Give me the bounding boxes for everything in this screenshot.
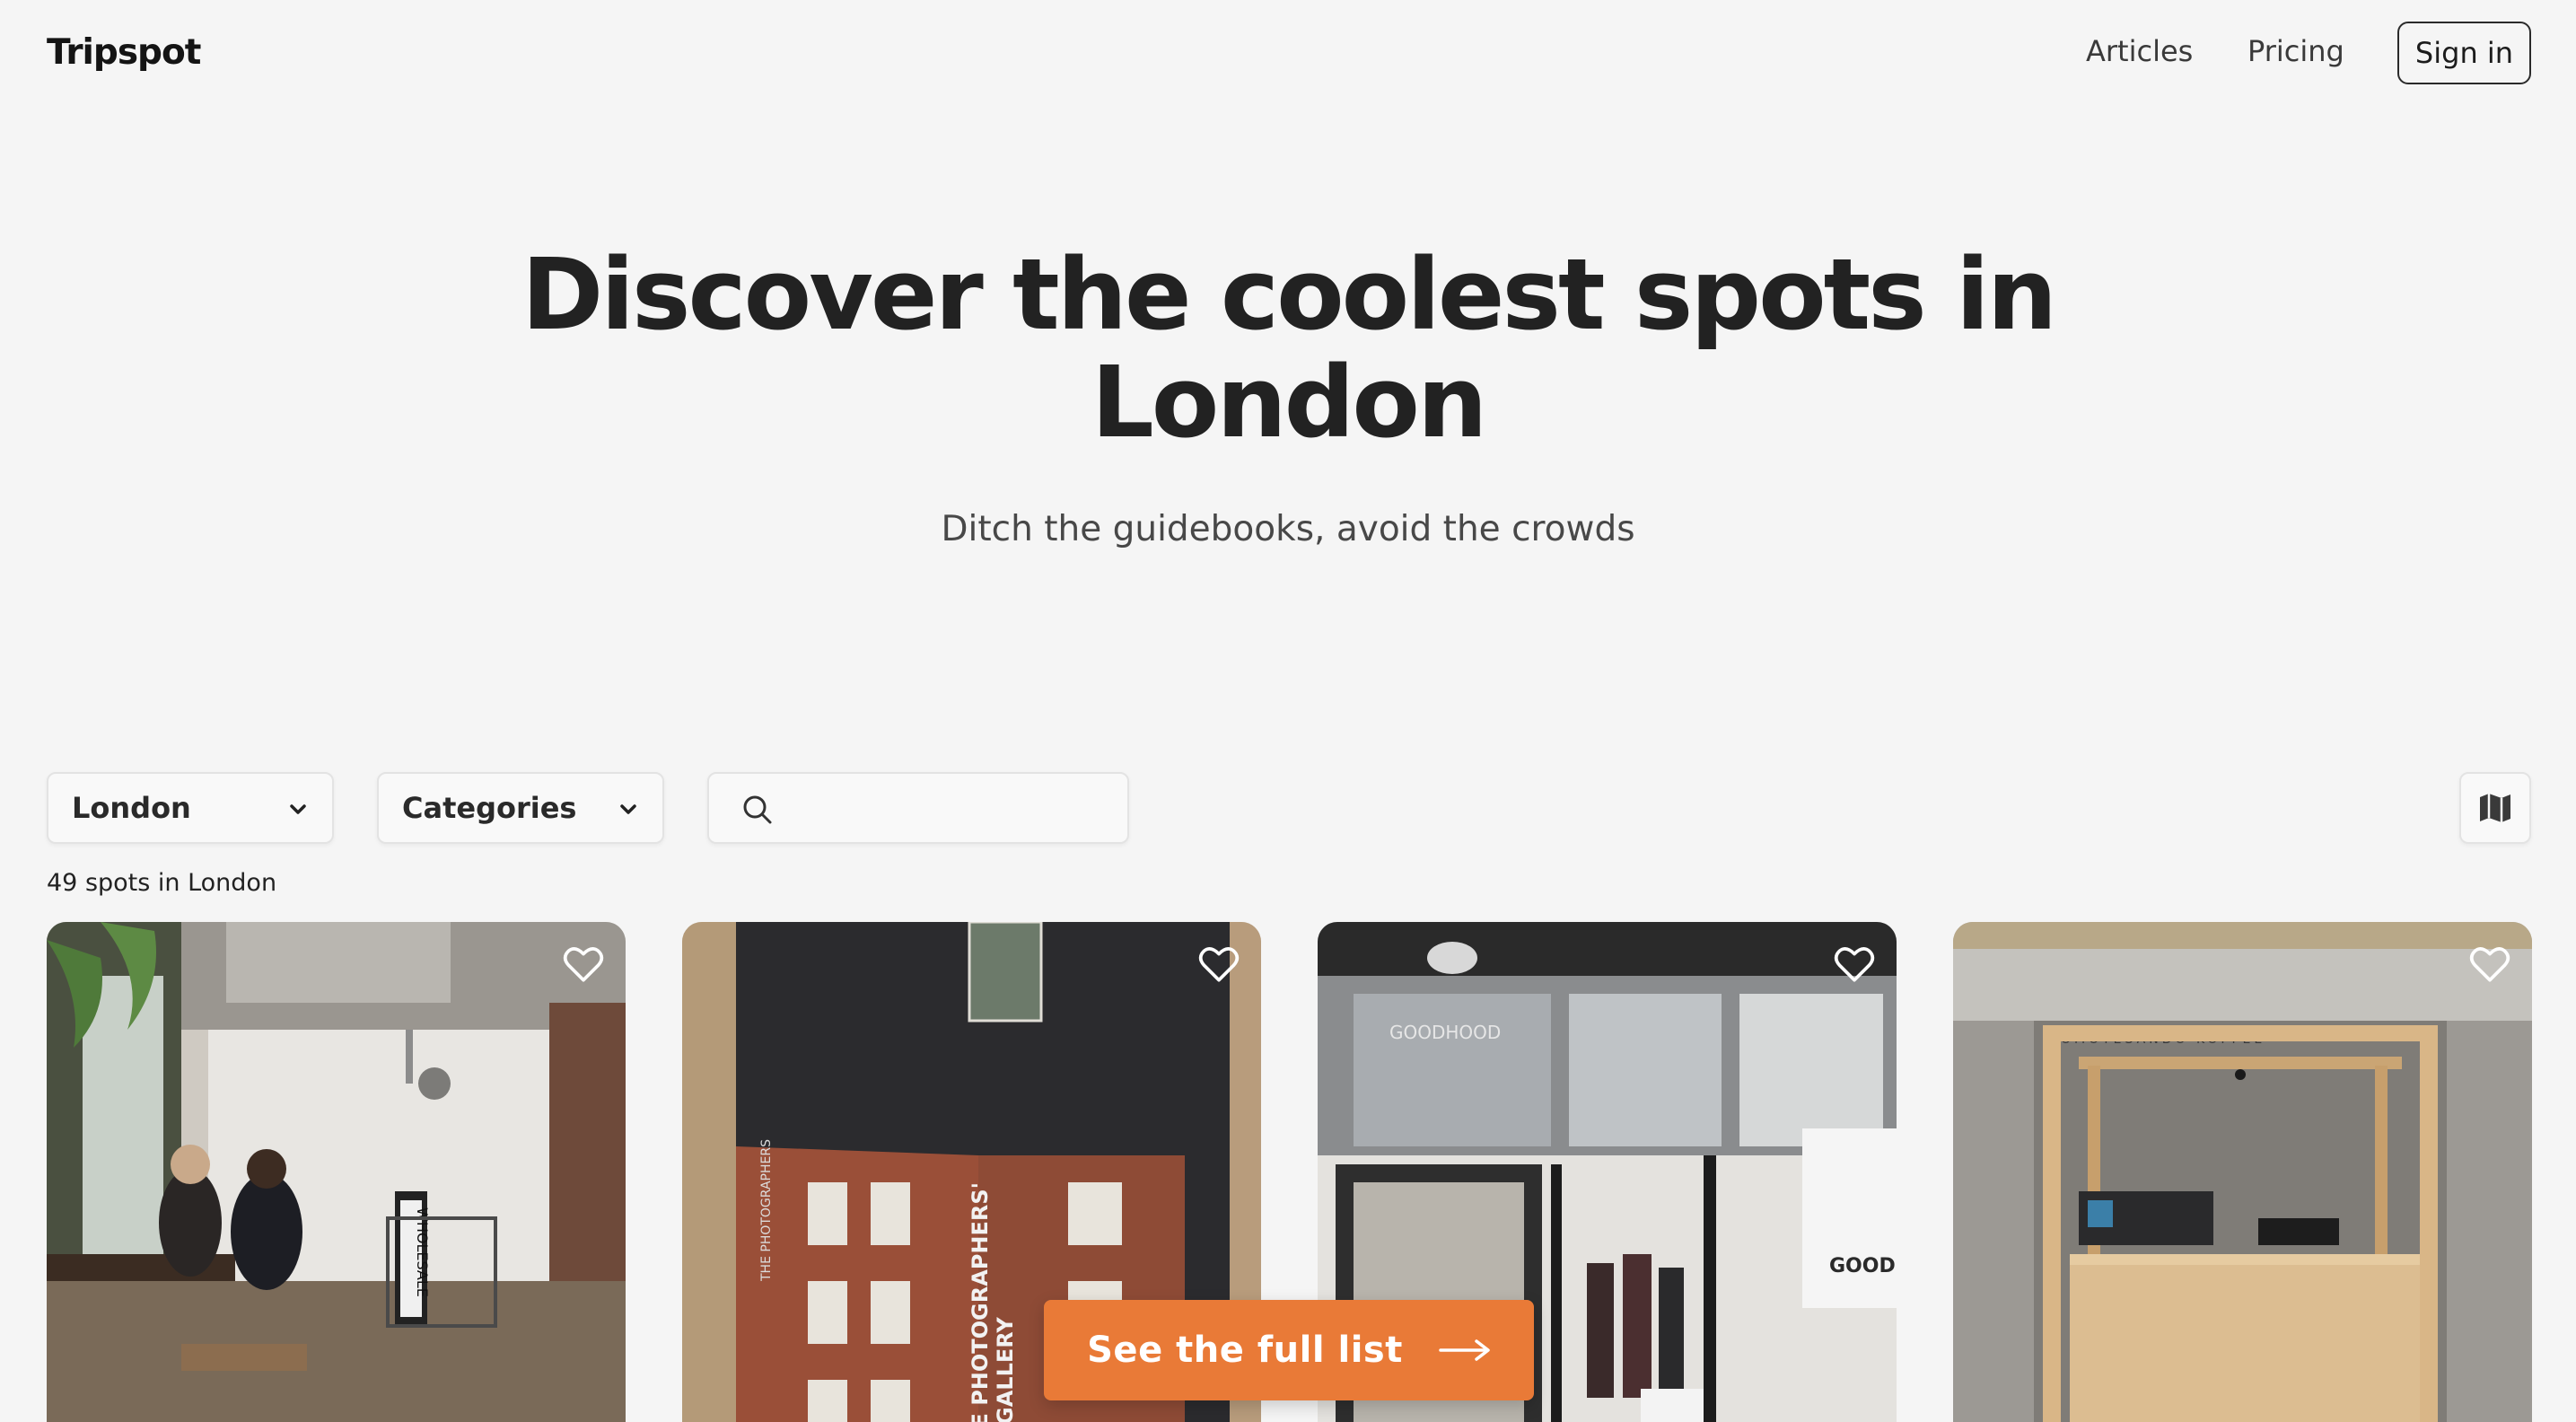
heart-icon[interactable]	[561, 942, 606, 987]
heart-icon[interactable]	[1832, 942, 1877, 987]
svg-text:WHOLESALE: WHOLESALE	[414, 1207, 431, 1297]
map-view-button[interactable]	[2459, 772, 2531, 844]
categories-dropdown[interactable]: Categories	[377, 772, 664, 844]
heart-icon[interactable]	[1196, 942, 1241, 987]
hero-title-line-2: London	[1091, 345, 1488, 460]
map-icon	[2480, 794, 2510, 822]
logo[interactable]: Tripspot	[47, 32, 201, 73]
svg-text:GOODH: GOODH	[1829, 1255, 1897, 1277]
sign-in-button[interactable]: Sign in	[2397, 22, 2531, 84]
see-full-list-button[interactable]: See the full list	[1044, 1300, 1534, 1400]
svg-text:GALLERY: GALLERY	[993, 1317, 1018, 1422]
see-full-list-label: See the full list	[1087, 1330, 1403, 1371]
search-icon	[743, 795, 772, 824]
spot-photo: WHOLESALE	[47, 922, 626, 1422]
page: Tripspot Articles Pricing Sign in Discov…	[0, 0, 2576, 1422]
search-input[interactable]	[790, 786, 1113, 831]
hero-title: Discover the coolest spots in London	[346, 241, 2230, 456]
chevron-down-icon	[290, 804, 306, 814]
svg-text:THE PHOTOGRAPHERS: THE PHOTOGRAPHERS	[759, 1139, 774, 1282]
heart-icon[interactable]	[2467, 942, 2512, 987]
nav-articles-link[interactable]: Articles	[2086, 34, 2193, 68]
spot-card[interactable]: WHOLESALE	[47, 922, 626, 1422]
arrow-right-icon	[1439, 1339, 1490, 1361]
categories-dropdown-label: Categories	[402, 791, 577, 825]
hero-title-line-1: Discover the coolest spots in	[521, 237, 2057, 352]
city-dropdown-label: London	[72, 791, 191, 825]
chevron-down-icon	[620, 804, 636, 814]
svg-text:GOODHOOD: GOODHOOD	[1389, 1022, 1501, 1043]
nav-pricing-link[interactable]: Pricing	[2247, 34, 2344, 68]
hero-subtitle: Ditch the guidebooks, avoid the crowds	[941, 509, 1635, 549]
city-dropdown[interactable]: London	[47, 772, 334, 844]
search-box[interactable]	[707, 772, 1129, 844]
spot-card[interactable]: OMOTESANDO KOFFEE	[1953, 922, 2532, 1422]
spot-photo: OMOTESANDO KOFFEE	[1953, 922, 2532, 1422]
results-count: 49 spots in London	[47, 869, 277, 897]
svg-text:THE PHOTOGRAPHERS': THE PHOTOGRAPHERS'	[968, 1182, 993, 1422]
header: Tripspot Articles Pricing Sign in	[0, 0, 2576, 108]
